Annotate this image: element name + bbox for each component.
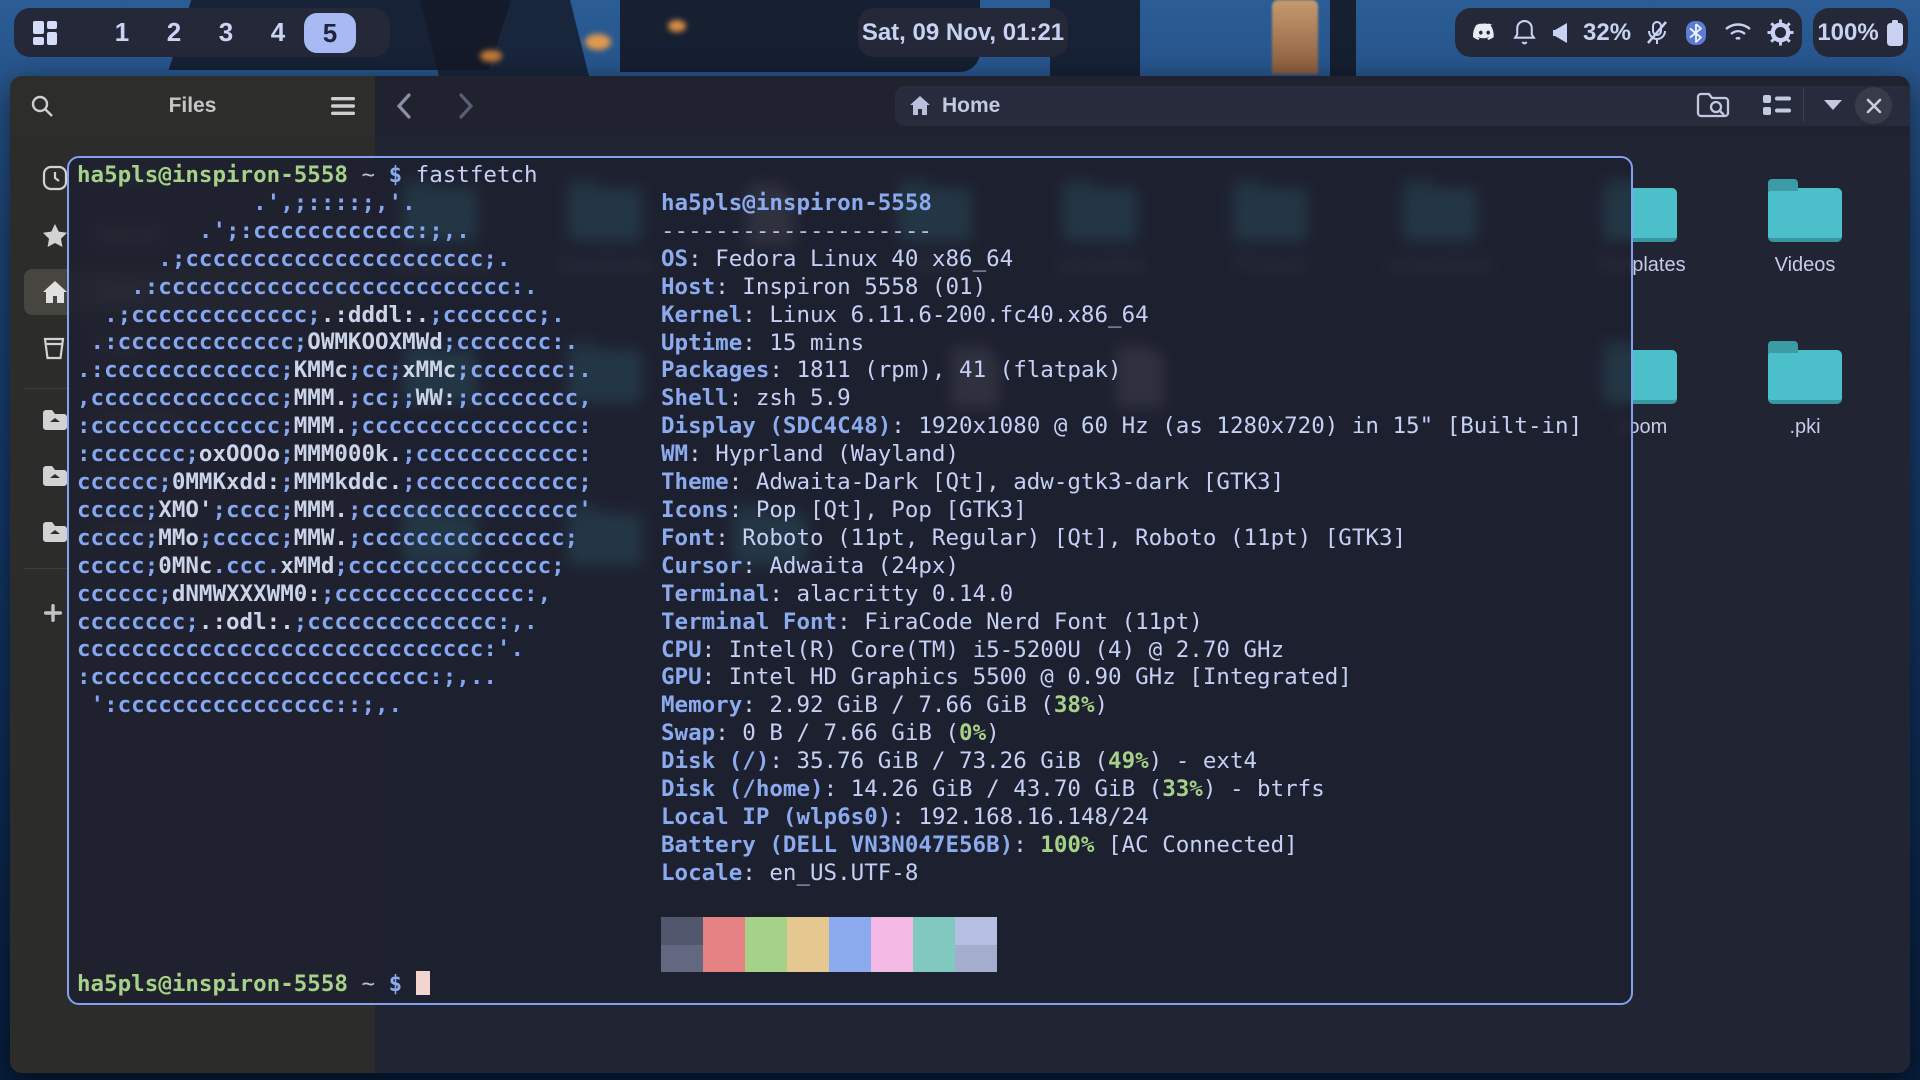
star-icon bbox=[42, 223, 68, 249]
color-swatch bbox=[661, 917, 703, 945]
system-tray: 32% bbox=[1455, 8, 1802, 57]
hamburger-menu-icon[interactable] bbox=[331, 96, 355, 116]
terminal-cursor bbox=[416, 971, 430, 995]
workspace-pill: 12345 bbox=[14, 8, 390, 57]
files-sidebar-header: Files bbox=[10, 76, 375, 135]
color-swatch bbox=[703, 945, 745, 973]
workspace-5[interactable]: 5 bbox=[304, 13, 356, 53]
microphone-muted-icon[interactable] bbox=[1645, 20, 1669, 46]
color-swatch bbox=[703, 917, 745, 945]
list-view-icon[interactable] bbox=[1762, 93, 1792, 117]
terminal-prompt: ha5pls@inspiron-5558 ~ $ bbox=[77, 971, 430, 999]
plus-icon bbox=[42, 602, 64, 624]
search-folder-icon[interactable] bbox=[1696, 91, 1730, 119]
bluetooth-icon[interactable] bbox=[1683, 20, 1709, 46]
home-icon bbox=[909, 95, 931, 117]
clock-icon bbox=[42, 165, 68, 191]
folder-icon bbox=[42, 409, 68, 431]
back-button[interactable] bbox=[395, 92, 413, 120]
folder-Videos[interactable]: Videos bbox=[1735, 180, 1875, 277]
wifi-icon[interactable] bbox=[1723, 21, 1753, 45]
folder-.pki[interactable]: .pki bbox=[1735, 342, 1875, 439]
clock-text: Sat, 09 Nov, 01:21 bbox=[862, 19, 1064, 47]
files-toolbar: Home bbox=[375, 76, 1910, 135]
folder-icon bbox=[1768, 188, 1842, 242]
notifications-bell-icon[interactable] bbox=[1512, 19, 1537, 46]
battery-widget[interactable]: 100% bbox=[1813, 8, 1908, 57]
forward-button[interactable] bbox=[457, 92, 475, 120]
app-launcher-icon[interactable] bbox=[32, 20, 58, 46]
folder-icon bbox=[42, 465, 68, 487]
color-swatch bbox=[745, 917, 787, 945]
app-title: Files bbox=[54, 94, 331, 118]
discord-icon[interactable] bbox=[1471, 19, 1498, 46]
settings-gear-icon[interactable] bbox=[1767, 19, 1794, 46]
home-icon bbox=[42, 279, 68, 305]
view-options-chevron-icon[interactable] bbox=[1822, 98, 1844, 112]
trash-icon bbox=[42, 334, 66, 360]
files-headerbar: Files Home bbox=[10, 76, 1910, 135]
window-close-button[interactable] bbox=[1855, 87, 1892, 124]
clock-widget[interactable]: Sat, 09 Nov, 01:21 bbox=[858, 8, 1068, 57]
color-swatch bbox=[955, 945, 997, 973]
color-swatch bbox=[661, 945, 703, 973]
terminal-output: ha5pls@inspiron-5558 ~ $ fastfetch .',;:… bbox=[77, 162, 592, 720]
color-swatch bbox=[871, 917, 913, 945]
status-bar: 12345 Sat, 09 Nov, 01:21 32% bbox=[0, 0, 1920, 66]
file-label: .pki bbox=[1789, 416, 1820, 439]
workspace-3[interactable]: 3 bbox=[200, 17, 252, 48]
color-swatch bbox=[871, 945, 913, 973]
terminal-color-palette bbox=[661, 917, 997, 972]
color-swatch bbox=[745, 945, 787, 973]
palette-row-2 bbox=[661, 945, 997, 973]
volume-icon[interactable] bbox=[1551, 22, 1569, 44]
volume-percent: 32% bbox=[1583, 19, 1631, 47]
color-swatch bbox=[913, 917, 955, 945]
folder-icon bbox=[1768, 350, 1842, 404]
color-swatch bbox=[787, 945, 829, 973]
workspace-2[interactable]: 2 bbox=[148, 17, 200, 48]
color-swatch bbox=[829, 945, 871, 973]
color-swatch bbox=[829, 917, 871, 945]
terminal-window[interactable]: ha5pls@inspiron-5558 ~ $ fastfetch .',;:… bbox=[67, 156, 1633, 1005]
location-bar[interactable]: Home bbox=[895, 86, 1910, 126]
search-icon[interactable] bbox=[30, 94, 54, 118]
workspace-4[interactable]: 4 bbox=[252, 17, 304, 48]
fastfetch-info: ha5pls@inspiron-5558 -------------------… bbox=[661, 190, 1582, 888]
battery-percent: 100% bbox=[1817, 19, 1878, 47]
color-swatch bbox=[913, 945, 955, 973]
palette-row-1 bbox=[661, 917, 997, 945]
workspace-list: 12345 bbox=[96, 13, 356, 53]
folder-icon bbox=[42, 521, 68, 543]
color-swatch bbox=[787, 917, 829, 945]
file-label: Videos bbox=[1775, 254, 1836, 277]
battery-icon bbox=[1886, 20, 1904, 46]
color-swatch bbox=[955, 917, 997, 945]
workspace-1[interactable]: 1 bbox=[96, 17, 148, 48]
toolbar-divider bbox=[1803, 88, 1804, 122]
